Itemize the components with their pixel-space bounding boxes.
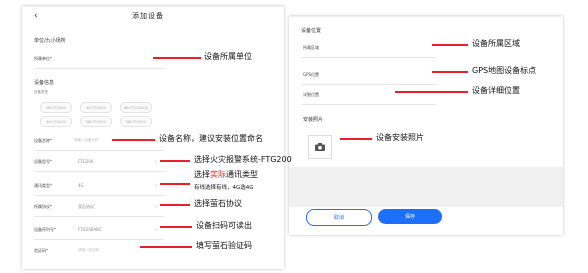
annotation-line — [432, 44, 468, 46]
divider — [34, 171, 164, 172]
code-input[interactable]: 请输入验证码 — [78, 248, 99, 253]
area-label: 所属区域 — [303, 45, 319, 50]
camera-icon — [315, 143, 325, 151]
annotation-line — [160, 160, 190, 162]
annotation-line — [160, 183, 190, 185]
annotation-model: 选择火灾报警系统-FTG200 — [194, 155, 292, 164]
model-label: 设备型号* — [34, 159, 52, 164]
annotation-line — [160, 226, 192, 228]
scan-icon[interactable]: › — [155, 227, 157, 233]
type-label: 设备类型 — [34, 90, 48, 94]
protocol-label: 所属协议* — [34, 204, 52, 209]
annotation-line — [153, 57, 201, 59]
detail-label: 详细位置 — [303, 92, 319, 97]
annotation-org: 设备所属单位 — [204, 52, 252, 61]
divider — [34, 216, 164, 217]
model-value[interactable]: FTG200 — [78, 160, 93, 164]
divider — [34, 239, 164, 240]
annotation-line — [395, 91, 468, 93]
gps-label: GPS位置 — [303, 72, 320, 77]
annotation-line — [340, 138, 372, 140]
comm-label: 通讯类型* — [34, 183, 52, 188]
annotation-code: 填写萤石验证码 — [196, 241, 252, 250]
type-option[interactable]: NB-FTG200 — [120, 116, 152, 127]
divider — [34, 68, 164, 69]
photo-section-title: 安装照片 — [303, 117, 324, 123]
annotation-gps: GPS地图设备标点 — [472, 66, 537, 75]
page-title: 添加设备 — [132, 12, 164, 20]
chevron-right-icon[interactable]: › — [155, 183, 157, 189]
annotation-line — [432, 71, 468, 73]
back-icon[interactable]: ‹ — [34, 11, 38, 21]
type-option[interactable]: NB-FTG200(S) — [120, 102, 152, 113]
right-form-panel: 设备位置 所属区域 GPS位置 详细位置 安装照片 — [289, 16, 563, 235]
chevron-right-icon[interactable]: › — [155, 159, 157, 165]
type-option[interactable]: 4G-FTG200 — [40, 116, 72, 127]
org-section-title: 单位/九小场所 — [34, 38, 66, 44]
info-section-title: 设备信息 — [34, 80, 55, 86]
comm-value[interactable]: 4G — [78, 184, 84, 188]
cancel-button[interactable]: 取消 — [306, 209, 372, 226]
annotation-photo: 设备安装照片 — [376, 133, 424, 142]
divider — [34, 195, 164, 196]
location-section-title: 设备位置 — [301, 28, 322, 34]
photo-upload[interactable] — [308, 135, 332, 159]
name-input[interactable]: 请输入设备名称 — [74, 138, 99, 143]
chevron-right-icon[interactable]: › — [155, 204, 157, 210]
divider — [301, 84, 436, 85]
annotation-name: 设备名称，建议安装位置命名 — [159, 134, 263, 143]
annotation-comm: 选择实际通讯类型 — [194, 170, 258, 179]
serial-label: 设备序列号* — [34, 227, 56, 232]
name-label: 设备名称* — [34, 138, 52, 143]
annotation-detail: 设备详细位置 — [472, 86, 520, 95]
annotation-line — [160, 204, 190, 206]
annotation-line — [112, 139, 155, 141]
type-option[interactable]: 4G-FTG200 — [80, 102, 112, 113]
annotation-serial: 设备扫码可读出 — [196, 221, 252, 230]
type-option[interactable]: NB-FTG200 — [40, 102, 72, 113]
annotation-area: 设备所属区域 — [472, 39, 520, 48]
type-option[interactable]: NB-FTG200 — [80, 116, 112, 127]
serial-value[interactable]: FTG200ABC — [78, 228, 102, 232]
photo-area-background — [289, 167, 563, 207]
annotation-protocol: 选择萤石协议 — [194, 199, 242, 208]
annotation-comm-sub: 有线选择有线，4G选4G — [194, 185, 254, 191]
save-button[interactable]: 保存 — [378, 209, 442, 224]
org-label: 所属单位* — [34, 56, 52, 61]
code-label: 验证码* — [34, 248, 48, 253]
divider — [34, 150, 164, 151]
protocol-value[interactable]: 萤石协议 — [78, 205, 94, 209]
divider — [301, 104, 436, 105]
divider — [301, 57, 436, 58]
annotation-line — [140, 246, 192, 248]
